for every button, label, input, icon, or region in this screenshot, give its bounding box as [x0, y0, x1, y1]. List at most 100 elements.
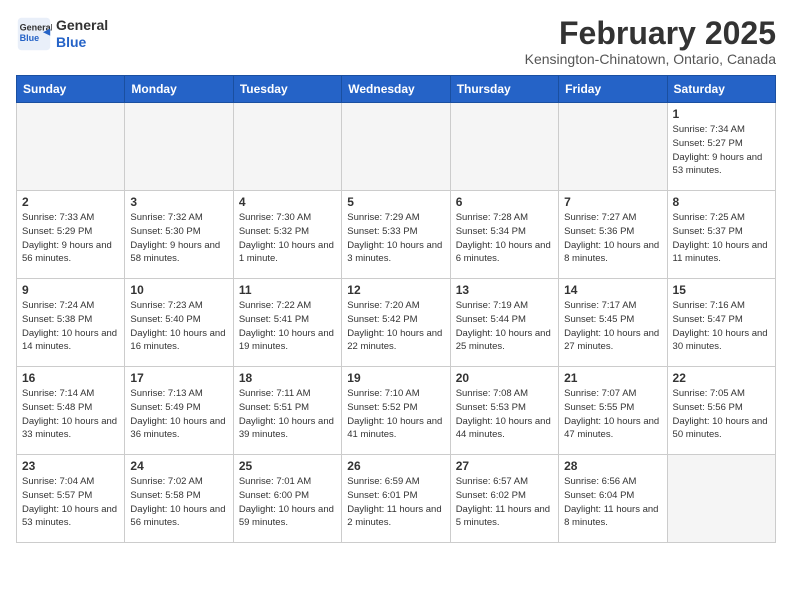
location-subtitle: Kensington-Chinatown, Ontario, Canada — [525, 51, 776, 67]
day-number: 10 — [130, 283, 227, 297]
week-row-1: 1 Sunrise: 7:34 AMSunset: 5:27 PMDaylight… — [17, 103, 776, 191]
day-info: Sunrise: 7:19 AMSunset: 5:44 PMDaylight:… — [456, 299, 553, 354]
calendar-cell: 22 Sunrise: 7:05 AMSunset: 5:56 PMDayligh… — [667, 367, 775, 455]
calendar-cell — [233, 103, 341, 191]
day-info: Sunrise: 7:27 AMSunset: 5:36 PMDaylight:… — [564, 211, 661, 266]
day-number: 21 — [564, 371, 661, 385]
svg-text:Blue: Blue — [20, 33, 40, 43]
day-number: 24 — [130, 459, 227, 473]
calendar-cell: 24 Sunrise: 7:02 AMSunset: 5:58 PMDayligh… — [125, 455, 233, 543]
day-info: Sunrise: 7:20 AMSunset: 5:42 PMDaylight:… — [347, 299, 444, 354]
day-number: 25 — [239, 459, 336, 473]
calendar-cell — [559, 103, 667, 191]
day-number: 1 — [673, 107, 770, 121]
day-info: Sunrise: 7:30 AMSunset: 5:32 PMDaylight:… — [239, 211, 336, 266]
calendar-cell — [342, 103, 450, 191]
logo-icon: General Blue — [16, 16, 52, 52]
day-number: 5 — [347, 195, 444, 209]
day-info: Sunrise: 6:59 AMSunset: 6:01 PMDaylight:… — [347, 475, 444, 530]
day-info: Sunrise: 7:25 AMSunset: 5:37 PMDaylight:… — [673, 211, 770, 266]
calendar-cell: 3 Sunrise: 7:32 AMSunset: 5:30 PMDaylight… — [125, 191, 233, 279]
day-info: Sunrise: 7:08 AMSunset: 5:53 PMDaylight:… — [456, 387, 553, 442]
calendar-cell: 4Sunrise: 7:30 AMSunset: 5:32 PMDaylight… — [233, 191, 341, 279]
day-number: 15 — [673, 283, 770, 297]
day-number: 16 — [22, 371, 119, 385]
day-info: Sunrise: 7:16 AMSunset: 5:47 PMDaylight:… — [673, 299, 770, 354]
calendar-cell: 15 Sunrise: 7:16 AMSunset: 5:47 PMDayligh… — [667, 279, 775, 367]
day-info: Sunrise: 7:14 AMSunset: 5:48 PMDaylight:… — [22, 387, 119, 442]
day-info: Sunrise: 7:17 AMSunset: 5:45 PMDaylight:… — [564, 299, 661, 354]
day-info: Sunrise: 7:22 AMSunset: 5:41 PMDaylight:… — [239, 299, 336, 354]
calendar-cell: 16 Sunrise: 7:14 AMSunset: 5:48 PMDayligh… — [17, 367, 125, 455]
logo: General Blue General Blue — [16, 16, 108, 52]
day-info: Sunrise: 7:11 AMSunset: 5:51 PMDaylight:… — [239, 387, 336, 442]
week-row-4: 16 Sunrise: 7:14 AMSunset: 5:48 PMDayligh… — [17, 367, 776, 455]
week-row-5: 23 Sunrise: 7:04 AMSunset: 5:57 PMDayligh… — [17, 455, 776, 543]
weekday-header-saturday: Saturday — [667, 76, 775, 103]
calendar-cell — [125, 103, 233, 191]
day-number: 22 — [673, 371, 770, 385]
calendar-cell: 20Sunrise: 7:08 AMSunset: 5:53 PMDayligh… — [450, 367, 558, 455]
calendar-cell: 12Sunrise: 7:20 AMSunset: 5:42 PMDayligh… — [342, 279, 450, 367]
day-info: Sunrise: 7:28 AMSunset: 5:34 PMDaylight:… — [456, 211, 553, 266]
calendar-cell: 8 Sunrise: 7:25 AMSunset: 5:37 PMDaylight… — [667, 191, 775, 279]
day-info: Sunrise: 7:01 AMSunset: 6:00 PMDaylight:… — [239, 475, 336, 530]
calendar-cell: 13 Sunrise: 7:19 AMSunset: 5:44 PMDayligh… — [450, 279, 558, 367]
weekday-header-row: SundayMondayTuesdayWednesdayThursdayFrid… — [17, 76, 776, 103]
day-number: 13 — [456, 283, 553, 297]
day-number: 9 — [22, 283, 119, 297]
week-row-2: 2Sunrise: 7:33 AMSunset: 5:29 PMDaylight… — [17, 191, 776, 279]
day-info: Sunrise: 7:13 AMSunset: 5:49 PMDaylight:… — [130, 387, 227, 442]
weekday-header-sunday: Sunday — [17, 76, 125, 103]
day-number: 3 — [130, 195, 227, 209]
day-number: 7 — [564, 195, 661, 209]
day-number: 14 — [564, 283, 661, 297]
calendar-cell: 5Sunrise: 7:29 AMSunset: 5:33 PMDaylight… — [342, 191, 450, 279]
logo-general: General — [56, 17, 108, 34]
calendar-cell: 28Sunrise: 6:56 AMSunset: 6:04 PMDayligh… — [559, 455, 667, 543]
calendar-cell: 9 Sunrise: 7:24 AMSunset: 5:38 PMDaylight… — [17, 279, 125, 367]
day-number: 8 — [673, 195, 770, 209]
day-info: Sunrise: 7:10 AMSunset: 5:52 PMDaylight:… — [347, 387, 444, 442]
day-info: Sunrise: 7:07 AMSunset: 5:55 PMDaylight:… — [564, 387, 661, 442]
day-info: Sunrise: 7:05 AMSunset: 5:56 PMDaylight:… — [673, 387, 770, 442]
day-number: 2 — [22, 195, 119, 209]
calendar-cell: 10 Sunrise: 7:23 AMSunset: 5:40 PMDayligh… — [125, 279, 233, 367]
day-number: 11 — [239, 283, 336, 297]
day-number: 26 — [347, 459, 444, 473]
calendar-cell — [17, 103, 125, 191]
calendar-cell: 25 Sunrise: 7:01 AMSunset: 6:00 PMDayligh… — [233, 455, 341, 543]
calendar-cell — [450, 103, 558, 191]
day-info: Sunrise: 7:02 AMSunset: 5:58 PMDaylight:… — [130, 475, 227, 530]
calendar-table: SundayMondayTuesdayWednesdayThursdayFrid… — [16, 75, 776, 543]
day-info: Sunrise: 6:56 AMSunset: 6:04 PMDaylight:… — [564, 475, 661, 530]
calendar-cell: 19Sunrise: 7:10 AMSunset: 5:52 PMDayligh… — [342, 367, 450, 455]
logo-blue: Blue — [56, 34, 108, 51]
day-info: Sunrise: 7:34 AMSunset: 5:27 PMDaylight:… — [673, 123, 770, 178]
day-number: 6 — [456, 195, 553, 209]
weekday-header-tuesday: Tuesday — [233, 76, 341, 103]
calendar-cell: 21 Sunrise: 7:07 AMSunset: 5:55 PMDayligh… — [559, 367, 667, 455]
day-info: Sunrise: 7:04 AMSunset: 5:57 PMDaylight:… — [22, 475, 119, 530]
calendar-cell: 1 Sunrise: 7:34 AMSunset: 5:27 PMDaylight… — [667, 103, 775, 191]
calendar-cell: 2Sunrise: 7:33 AMSunset: 5:29 PMDaylight… — [17, 191, 125, 279]
calendar-cell: 11 Sunrise: 7:22 AMSunset: 5:41 PMDayligh… — [233, 279, 341, 367]
page-header: General Blue General Blue February 2025 … — [16, 16, 776, 67]
day-number: 23 — [22, 459, 119, 473]
calendar-cell: 18Sunrise: 7:11 AMSunset: 5:51 PMDayligh… — [233, 367, 341, 455]
calendar-cell — [667, 455, 775, 543]
day-info: Sunrise: 7:24 AMSunset: 5:38 PMDaylight:… — [22, 299, 119, 354]
calendar-cell: 14 Sunrise: 7:17 AMSunset: 5:45 PMDayligh… — [559, 279, 667, 367]
calendar-cell: 17Sunrise: 7:13 AMSunset: 5:49 PMDayligh… — [125, 367, 233, 455]
weekday-header-friday: Friday — [559, 76, 667, 103]
weekday-header-wednesday: Wednesday — [342, 76, 450, 103]
day-info: Sunrise: 6:57 AMSunset: 6:02 PMDaylight:… — [456, 475, 553, 530]
title-block: February 2025 Kensington-Chinatown, Onta… — [525, 16, 776, 67]
calendar-cell: 26 Sunrise: 6:59 AMSunset: 6:01 PMDayligh… — [342, 455, 450, 543]
weekday-header-monday: Monday — [125, 76, 233, 103]
month-title: February 2025 — [525, 16, 776, 51]
day-info: Sunrise: 7:32 AMSunset: 5:30 PMDaylight:… — [130, 211, 227, 266]
day-info: Sunrise: 7:23 AMSunset: 5:40 PMDaylight:… — [130, 299, 227, 354]
week-row-3: 9 Sunrise: 7:24 AMSunset: 5:38 PMDaylight… — [17, 279, 776, 367]
calendar-cell: 7 Sunrise: 7:27 AMSunset: 5:36 PMDaylight… — [559, 191, 667, 279]
